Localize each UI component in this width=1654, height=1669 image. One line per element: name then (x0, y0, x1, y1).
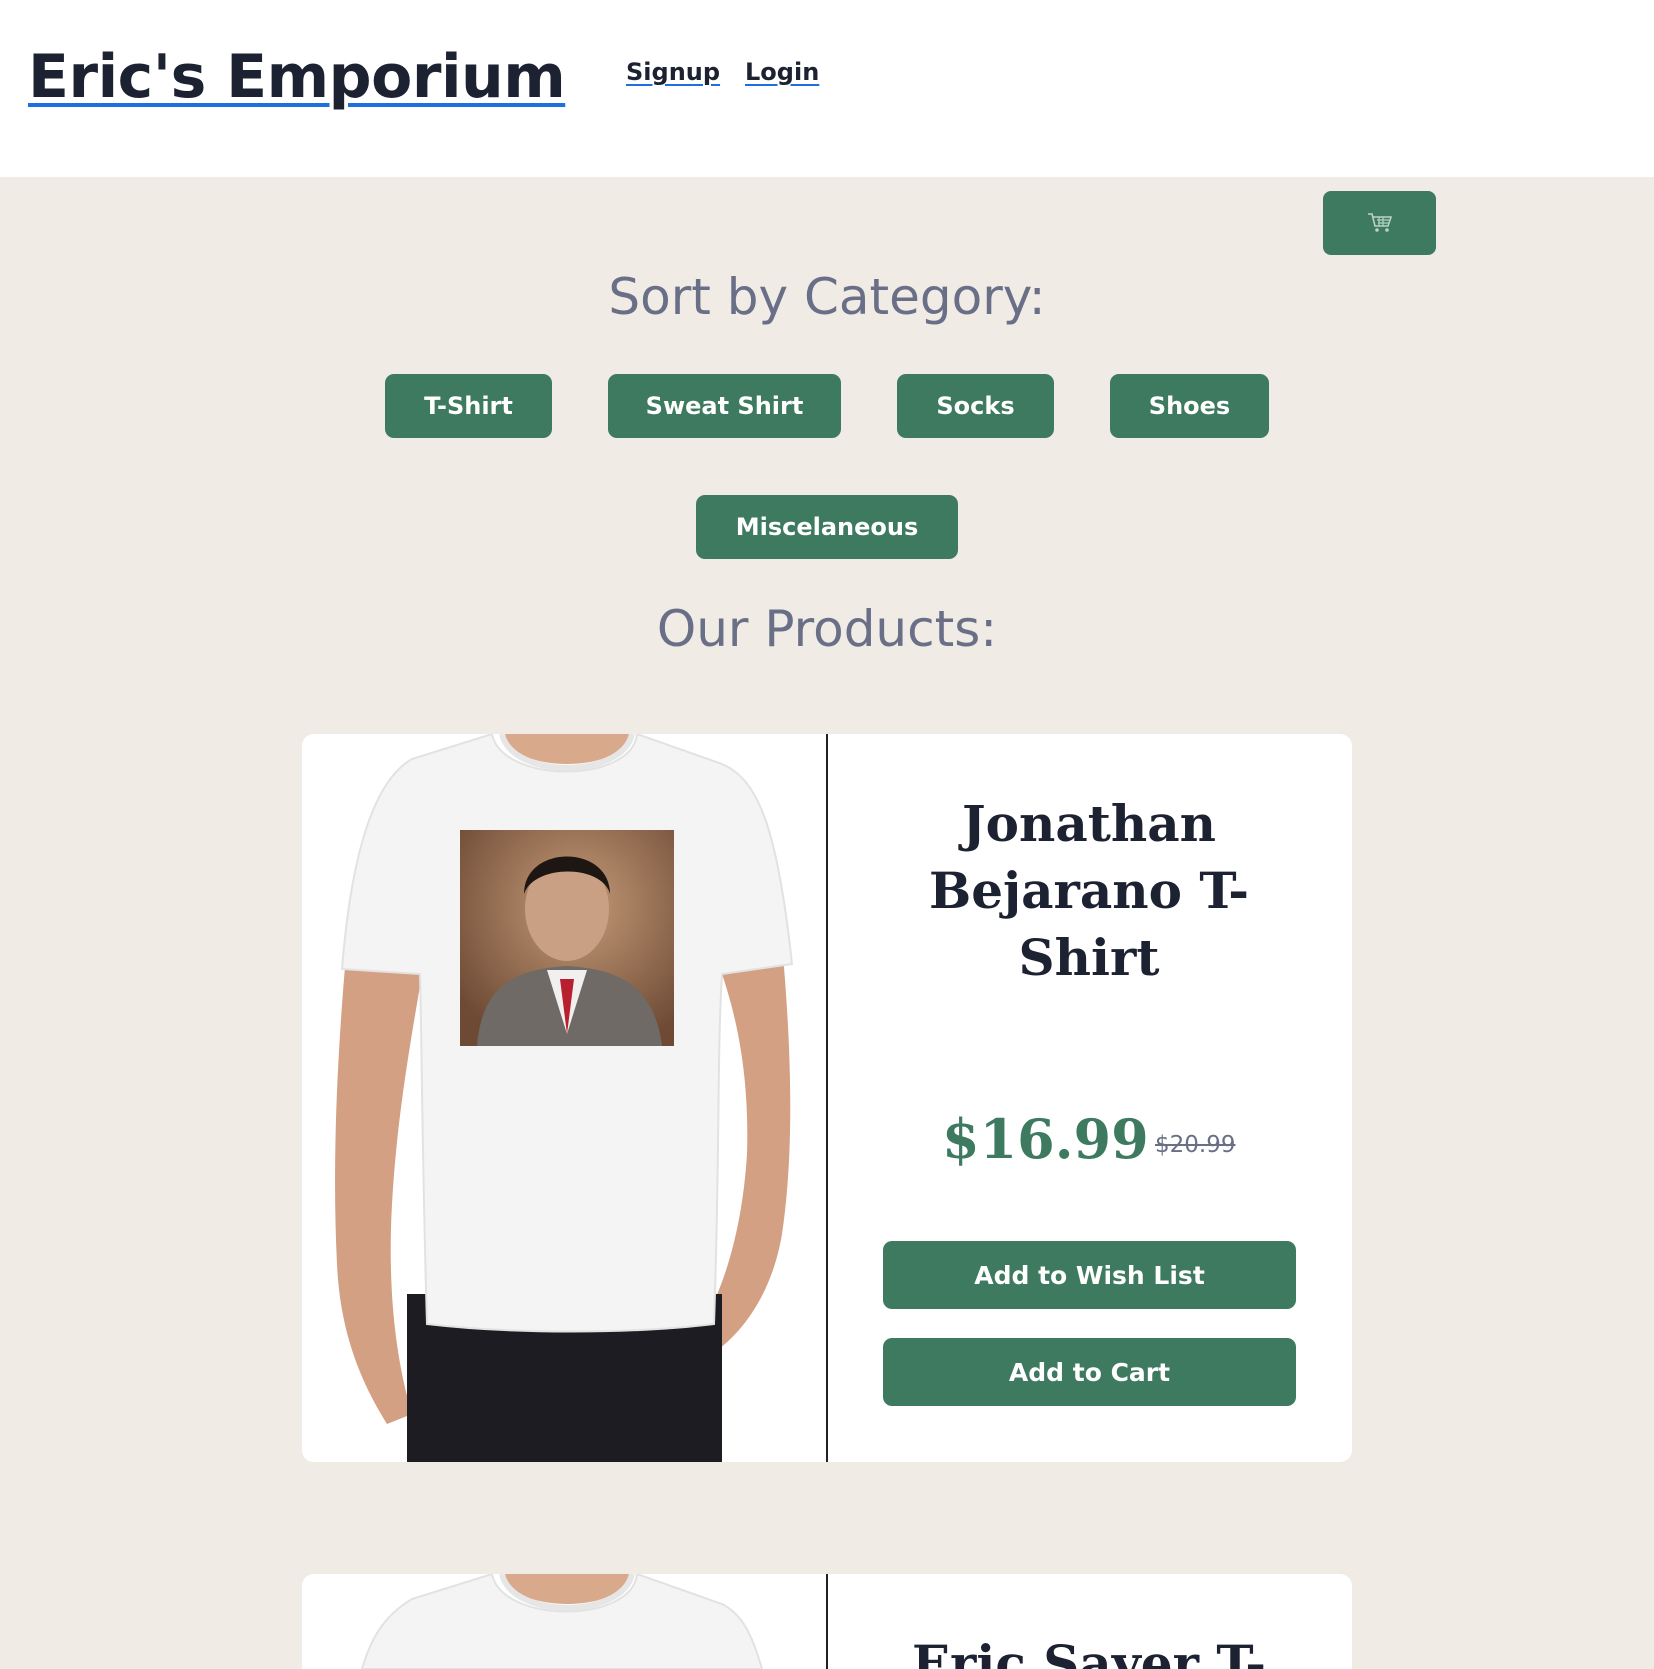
product-card: Eric Sayer T- (302, 1574, 1352, 1669)
product-image (302, 734, 826, 1462)
add-to-wishlist-button[interactable]: Add to Wish List (883, 1241, 1296, 1309)
category-sweatshirt-button[interactable]: Sweat Shirt (608, 374, 841, 438)
product-image (302, 1574, 826, 1669)
category-miscellaneous-button[interactable]: Miscelaneous (696, 495, 958, 559)
cart-button[interactable] (1323, 191, 1436, 255)
product-price: $16.99 (942, 1107, 1149, 1171)
brand-logo-link[interactable]: Eric's Emporium (28, 42, 566, 112)
category-tshirt-button[interactable]: T-Shirt (385, 374, 552, 438)
product-card: Jonathan Bejarano T-Shirt $16.99 $20.99 … (302, 734, 1352, 1462)
category-heading: Sort by Category: (608, 268, 1046, 326)
product-name: Eric Sayer T- (911, 1634, 1267, 1669)
shopping-cart-icon (1367, 213, 1392, 232)
login-link[interactable]: Login (745, 58, 819, 86)
card-divider (826, 1574, 828, 1669)
site-header: Eric's Emporium Signup Login (0, 0, 1654, 177)
category-shoes-button[interactable]: Shoes (1110, 374, 1269, 438)
category-socks-button[interactable]: Socks (897, 374, 1054, 438)
signup-link[interactable]: Signup (626, 58, 720, 86)
add-to-cart-button[interactable]: Add to Cart (883, 1338, 1296, 1406)
product-name: Jonathan Bejarano T-Shirt (928, 794, 1250, 987)
products-heading: Our Products: (656, 600, 998, 658)
card-divider (826, 734, 828, 1462)
product-old-price: $20.99 (1155, 1132, 1236, 1158)
